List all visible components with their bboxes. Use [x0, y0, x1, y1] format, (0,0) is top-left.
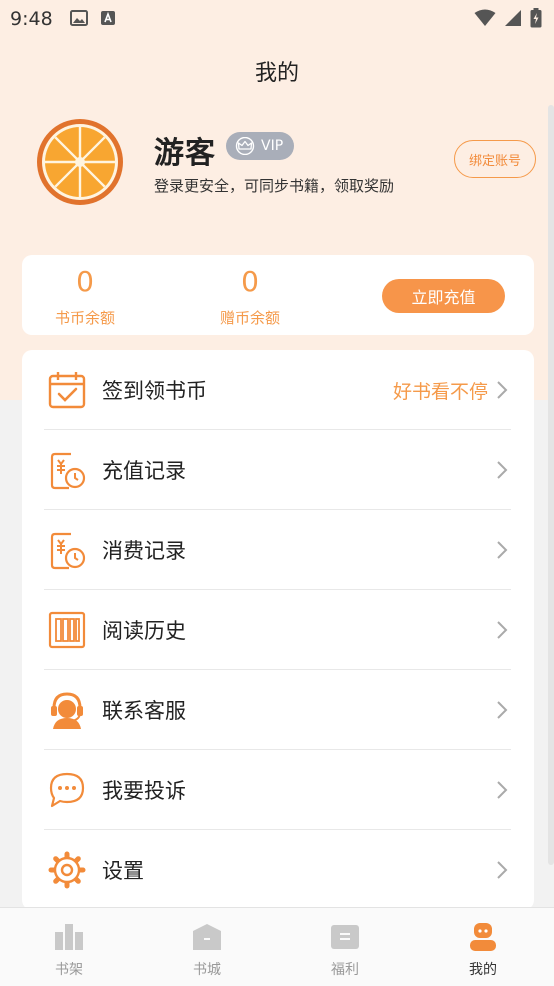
status-system-icons — [474, 8, 542, 28]
crown-icon — [235, 137, 255, 155]
profile-icon — [470, 923, 496, 951]
check-in-promo-text: 好书看不停 — [392, 381, 488, 403]
menu-item-complaint[interactable]: 我要投诉 — [22, 750, 534, 830]
menu-item-reading-history[interactable]: 阅读历史 — [22, 590, 534, 670]
chevron-right-icon — [497, 701, 508, 719]
vip-badge: VIP — [226, 132, 294, 160]
status-notification-icons — [70, 10, 116, 26]
nav-label: 书架 — [55, 962, 83, 978]
coin-balance-value: 0 — [76, 265, 94, 298]
calendar-check-icon — [48, 372, 86, 409]
chevron-right-icon — [497, 621, 508, 639]
battery-icon — [530, 8, 542, 28]
menu-label: 设置 — [102, 859, 144, 883]
chevron-right-icon — [497, 781, 508, 799]
nav-label: 我的 — [469, 962, 497, 978]
chevron-right-icon — [497, 381, 508, 399]
coin-balance-label: 书币余额 — [54, 309, 115, 327]
menu-item-customer-service[interactable]: 联系客服 — [22, 670, 534, 750]
image-notification-icon — [70, 10, 88, 26]
avatar-orange-icon[interactable] — [36, 118, 124, 206]
signal-icon — [505, 10, 521, 26]
nav-label: 书城 — [193, 962, 221, 978]
consume-record-icon — [50, 532, 86, 570]
bookshelf-icon — [55, 924, 83, 950]
bottom-nav: 书架 书城 福利 我的 — [0, 907, 554, 986]
menu-item-recharge-record[interactable]: 充值记录 — [22, 430, 534, 510]
menu-label: 阅读历史 — [102, 619, 186, 643]
balance-card: 0 书币余额 0 赠币余额 立即充值 — [22, 255, 534, 335]
nav-tab-bookshelf[interactable]: 书架 — [0, 908, 138, 986]
menu-item-check-in[interactable]: 签到领书币 好书看不停 — [22, 350, 534, 430]
menu-label: 联系客服 — [102, 699, 186, 723]
customer-service-icon — [51, 692, 83, 729]
settings-gear-icon — [48, 851, 86, 889]
bind-account-button[interactable]: 绑定账号 — [454, 140, 536, 178]
recharge-button[interactable]: 立即充值 — [382, 279, 505, 313]
nav-tab-welfare[interactable]: 福利 — [276, 908, 414, 986]
menu-list: 签到领书币 好书看不停 充值记录 消费记录 阅读历史 联系客服 我要投诉 设置 — [22, 350, 534, 910]
bookstore-icon — [193, 924, 221, 950]
nav-tab-profile[interactable]: 我的 — [414, 908, 552, 986]
reading-history-icon — [48, 611, 86, 649]
menu-label: 充值记录 — [102, 459, 186, 483]
wifi-icon — [474, 9, 496, 26]
scrollbar[interactable] — [548, 105, 554, 865]
nav-tab-bookstore[interactable]: 书城 — [138, 908, 276, 986]
coin-balance[interactable]: 0 书币余额 — [30, 265, 140, 328]
vip-label: VIP — [261, 138, 284, 154]
gift-balance[interactable]: 0 赠币余额 — [195, 265, 305, 328]
welfare-icon — [331, 925, 359, 949]
status-time: 9:48 — [10, 8, 53, 30]
menu-item-settings[interactable]: 设置 — [22, 830, 534, 910]
app-notification-icon — [101, 11, 115, 25]
menu-label: 消费记录 — [102, 539, 186, 563]
gift-balance-label: 赠币余额 — [219, 309, 280, 327]
status-bar: 9:48 — [0, 0, 554, 38]
menu-label: 我要投诉 — [102, 779, 186, 803]
login-hint: 登录更安全，可同步书籍，领取奖励 — [154, 177, 395, 195]
page-title: 我的 — [254, 61, 299, 86]
nav-label: 福利 — [331, 962, 359, 978]
menu-item-consume-record[interactable]: 消费记录 — [22, 510, 534, 590]
chevron-right-icon — [497, 461, 508, 479]
recharge-record-icon — [50, 452, 86, 490]
gift-balance-value: 0 — [241, 265, 259, 298]
username: 游客 — [154, 136, 216, 171]
chevron-right-icon — [497, 861, 508, 879]
chevron-right-icon — [497, 541, 508, 559]
menu-label: 签到领书币 — [102, 379, 207, 403]
complaint-chat-icon — [49, 772, 85, 808]
